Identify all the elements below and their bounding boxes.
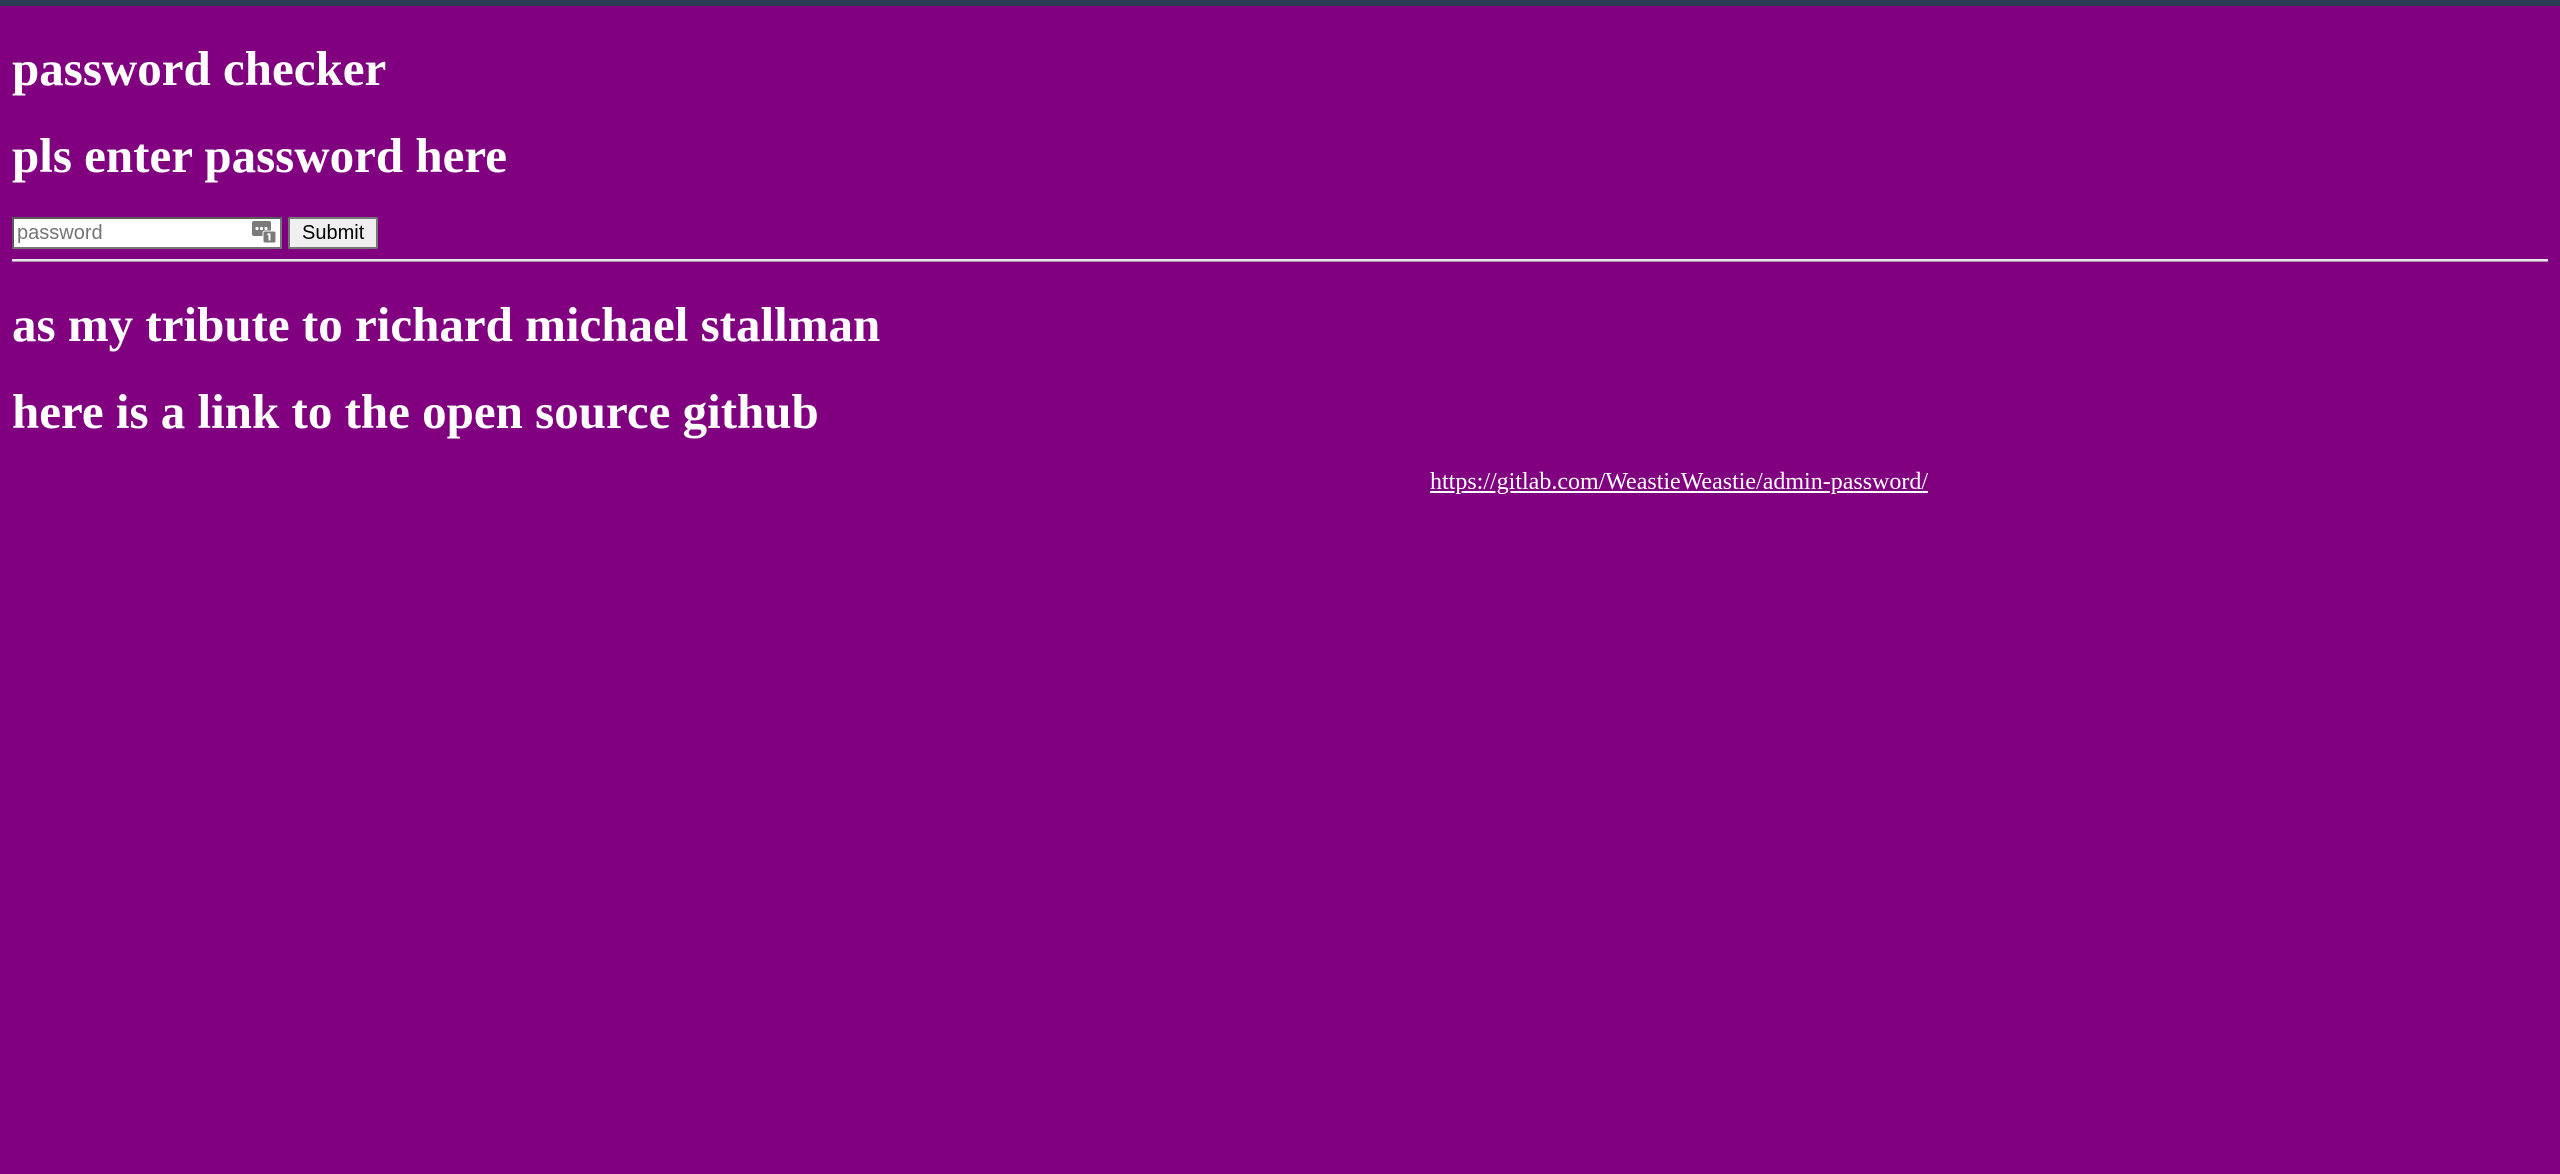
- password-manager-key-icon[interactable]: [252, 221, 276, 243]
- section-divider: [12, 259, 2548, 262]
- page-content: password checker pls enter password here…: [12, 6, 2548, 496]
- password-input[interactable]: [12, 217, 282, 249]
- password-prompt-heading: pls enter password here: [12, 128, 508, 183]
- tribute-heading: as my tribute to richard michael stallma…: [12, 297, 881, 352]
- link-intro-heading: here is a link to the open source github: [12, 384, 819, 439]
- password-form: Submit: [12, 217, 2548, 249]
- repo-link-row: https://gitlab.com/WeastieWeastie/admin-…: [12, 469, 2548, 496]
- page-title: password checker: [12, 41, 387, 96]
- submit-button[interactable]: Submit: [288, 217, 379, 249]
- repo-link[interactable]: https://gitlab.com/WeastieWeastie/admin-…: [1430, 469, 1928, 495]
- password-field-wrapper: [12, 217, 282, 249]
